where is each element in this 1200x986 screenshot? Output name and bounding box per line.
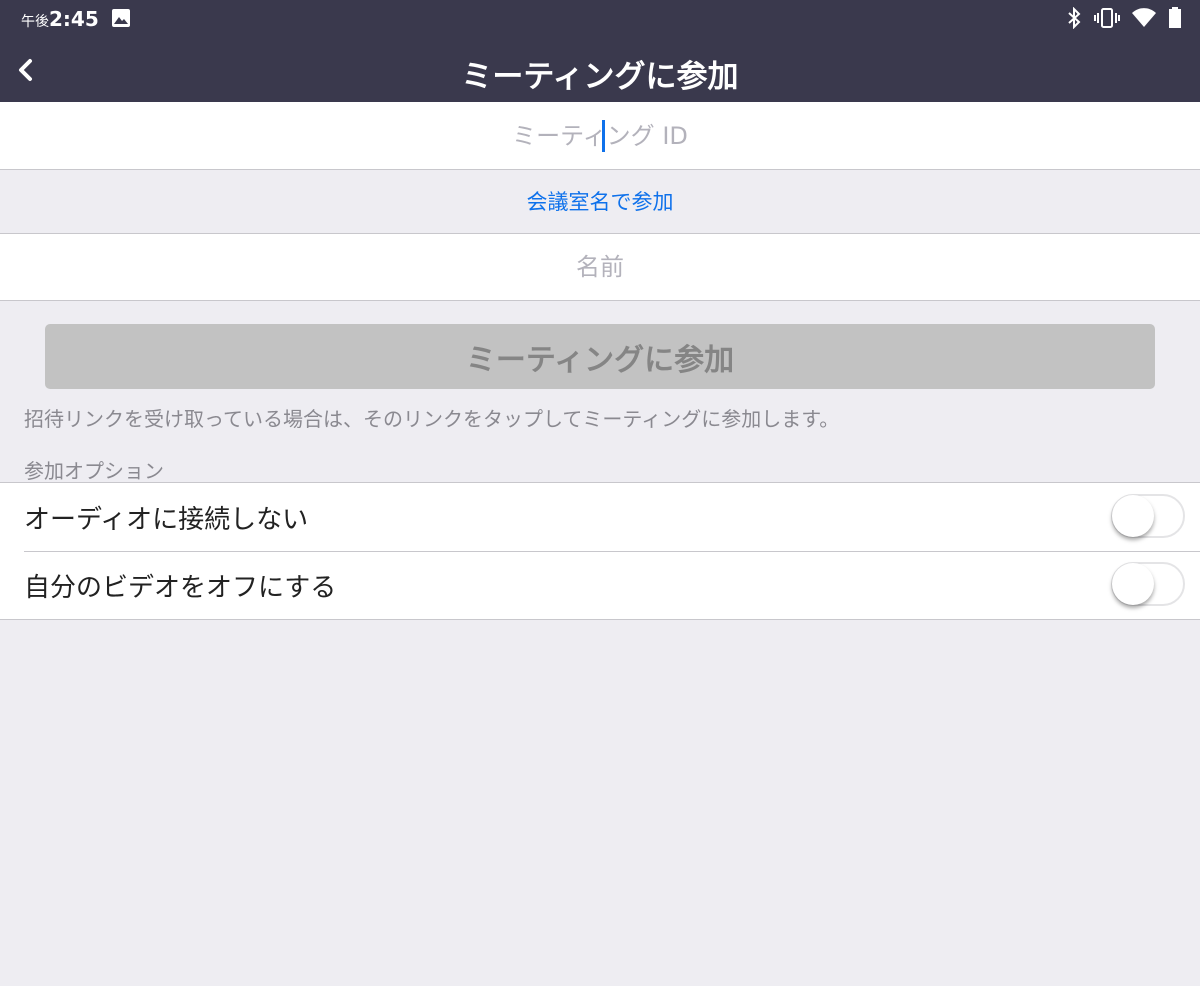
no-audio-toggle[interactable]: [1111, 494, 1185, 538]
join-options-list: オーディオに接続しない 自分のビデオをオフにする: [0, 482, 1200, 620]
join-by-room-name-link[interactable]: 会議室名で参加: [0, 170, 1200, 234]
page-title: ミーティングに参加: [461, 59, 739, 95]
status-bar: 午後2:45: [0, 0, 1200, 37]
option-video-off: 自分のビデオをオフにする: [0, 551, 1200, 619]
wifi-icon: [1132, 8, 1156, 27]
battery-icon: [1169, 7, 1181, 28]
invite-link-hint: 招待リンクを受け取っている場合は、そのリンクをタップしてミーティングに参加します…: [24, 407, 840, 431]
text-caret: [602, 120, 605, 152]
option-video-off-label: 自分のビデオをオフにする: [24, 572, 337, 603]
meeting-id-row: [0, 102, 1200, 170]
toggle-knob: [1112, 495, 1154, 537]
image-icon: [112, 9, 130, 27]
join-options-label: 参加オプション: [24, 459, 164, 483]
status-time: 午後2:45: [21, 7, 99, 31]
name-row: [0, 234, 1200, 301]
join-meeting-button[interactable]: ミーティングに参加: [45, 324, 1155, 389]
name-input[interactable]: [0, 234, 1200, 300]
vibrate-icon: [1094, 8, 1120, 28]
toggle-knob: [1112, 563, 1154, 605]
status-clock: 2:45: [49, 7, 99, 31]
option-no-audio-label: オーディオに接続しない: [24, 504, 309, 535]
meeting-id-input[interactable]: [0, 102, 1200, 169]
bluetooth-icon: [1068, 7, 1081, 29]
option-no-audio: オーディオに接続しない: [0, 483, 1200, 551]
nav-bar: ミーティングに参加: [0, 37, 1200, 102]
video-off-toggle[interactable]: [1111, 562, 1185, 606]
status-ampm: 午後: [21, 14, 49, 30]
